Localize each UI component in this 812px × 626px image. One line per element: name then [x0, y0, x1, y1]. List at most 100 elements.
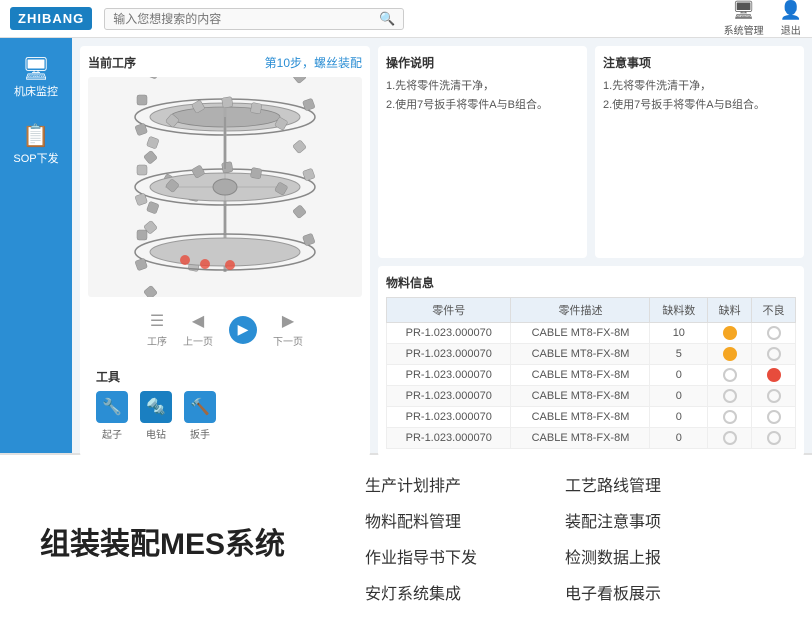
- notice-panel: 注意事项 1.先将零件洗清干净， 2.使用7号扳手将零件A与B组合。: [595, 46, 804, 258]
- material-title: 物料信息: [386, 274, 796, 291]
- machine-visual: [105, 77, 345, 297]
- system-label: 系统管理: [724, 22, 764, 37]
- missing-dot: [723, 326, 737, 340]
- table-row: PR-1.023.000070 CABLE MT8-FX-8M 0: [387, 407, 796, 428]
- right-panels: 操作说明 1.先将零件洗清干净， 2.使用7号扳手将零件A与B组合。 注意事项 …: [378, 46, 804, 457]
- part-number: PR-1.023.000070: [387, 428, 511, 449]
- tool-item-screwdriver: 🔧 起子: [96, 391, 128, 441]
- next-button[interactable]: ▶ 下一页: [273, 311, 303, 348]
- col-shortage-count: 缺料数: [650, 298, 708, 323]
- next-label: 下一页: [273, 333, 303, 348]
- work-label: 工序: [147, 333, 167, 348]
- feature-item: 电子看板展示: [565, 579, 725, 611]
- defect-indicator: [752, 365, 796, 386]
- play-icon: ▶: [238, 321, 249, 338]
- table-row: PR-1.023.000070 CABLE MT8-FX-8M 5: [387, 344, 796, 365]
- bad-dot-outline: [767, 410, 781, 424]
- top-section: 当前工序 第10步，螺丝装配: [80, 46, 804, 457]
- tools-list: 🔧 起子 🔩 电钻 🔨 扳手: [96, 391, 354, 441]
- main-layout: 🖥 机床监控 📋 SOP下发 当前工序 第10步，螺丝装配: [0, 38, 812, 453]
- feature-item: 物料配料管理: [365, 507, 525, 539]
- table-row: PR-1.023.000070 CABLE MT8-FX-8M 0: [387, 365, 796, 386]
- tool-item-wrench: 🔨 扳手: [184, 391, 216, 441]
- defect-indicator: [752, 386, 796, 407]
- part-number: PR-1.023.000070: [387, 323, 511, 344]
- procedure-title: 当前工序: [88, 54, 136, 71]
- prev-icon: ◀: [192, 311, 204, 331]
- defect-indicator: [752, 344, 796, 365]
- top-bar: ZHIBANG 🔍 🖥 系统管理 👤 退出: [0, 0, 812, 38]
- play-button[interactable]: ▶: [229, 316, 257, 344]
- operation-panel: 操作说明 1.先将零件洗清干净， 2.使用7号扳手将零件A与B组合。: [378, 46, 587, 258]
- next-icon: ▶: [282, 311, 294, 331]
- feature-item: 生产计划排产: [365, 471, 525, 503]
- sop-icon: 📋: [22, 123, 49, 149]
- system-icon: 🖥: [732, 0, 755, 21]
- feature-item: 安灯系统集成: [365, 579, 525, 611]
- feature-item: 装配注意事项: [565, 507, 725, 539]
- shortage-count: 5: [650, 344, 708, 365]
- shortage-indicator: [708, 428, 752, 449]
- prev-label: 上一页: [183, 333, 213, 348]
- table-row: PR-1.023.000070 CABLE MT8-FX-8M 0: [387, 386, 796, 407]
- shortage-count: 0: [650, 407, 708, 428]
- bottom-section: 组装装配MES系统 生产计划排产工艺路线管理物料配料管理装配注意事项作业指导书下…: [0, 453, 812, 626]
- shortage-count: 10: [650, 323, 708, 344]
- procedure-step: 第10步，螺丝装配: [265, 54, 362, 71]
- procedure-image-area: [88, 77, 362, 297]
- procedure-header: 当前工序 第10步，螺丝装配: [88, 54, 362, 71]
- missing-dot-outline: [723, 368, 737, 382]
- col-part-desc: 零件描述: [511, 298, 650, 323]
- part-desc: CABLE MT8-FX-8M: [511, 365, 650, 386]
- material-table: 零件号 零件描述 缺料数 缺料 不良 PR-1.023.000070 CABLE…: [386, 297, 796, 449]
- part-desc: CABLE MT8-FX-8M: [511, 323, 650, 344]
- part-number: PR-1.023.000070: [387, 386, 511, 407]
- tools-panel: 工具 🔧 起子 🔩 电钻 🔨 扳手: [88, 360, 362, 449]
- wrench-label: 扳手: [190, 426, 210, 441]
- col-defect: 不良: [752, 298, 796, 323]
- part-desc: CABLE MT8-FX-8M: [511, 386, 650, 407]
- missing-dot: [723, 347, 737, 361]
- notice-content: 1.先将零件洗清干净， 2.使用7号扳手将零件A与B组合。: [603, 77, 796, 114]
- operation-title: 操作说明: [386, 54, 579, 71]
- part-desc: CABLE MT8-FX-8M: [511, 407, 650, 428]
- exit-icon: 👤: [780, 0, 802, 21]
- bad-dot: [767, 368, 781, 382]
- screwdriver-label: 起子: [102, 426, 122, 441]
- tool-item-drill: 🔩 电钻: [140, 391, 172, 441]
- shortage-indicator: [708, 386, 752, 407]
- shortage-count: 0: [650, 428, 708, 449]
- shortage-count: 0: [650, 386, 708, 407]
- missing-dot-outline: [723, 389, 737, 403]
- search-icon: 🔍: [379, 11, 395, 27]
- prev-button[interactable]: ◀ 上一页: [183, 311, 213, 348]
- logo: ZHIBANG: [10, 7, 92, 30]
- shortage-indicator: [708, 344, 752, 365]
- notice-title: 注意事项: [603, 54, 796, 71]
- system-management-button[interactable]: 🖥 系统管理: [724, 0, 764, 37]
- part-number: PR-1.023.000070: [387, 365, 511, 386]
- defect-indicator: [752, 428, 796, 449]
- work-button[interactable]: ☰ 工序: [147, 311, 167, 348]
- feature-item: 作业指导书下发: [365, 543, 525, 575]
- feature-item: 工艺路线管理: [565, 471, 725, 503]
- search-input[interactable]: [113, 12, 375, 26]
- sidebar-item-machine-monitor[interactable]: 🖥 机床监控: [0, 48, 72, 107]
- sidebar-item-sop[interactable]: 📋 SOP下发: [0, 115, 72, 174]
- part-desc: CABLE MT8-FX-8M: [511, 428, 650, 449]
- exit-button[interactable]: 👤 退出: [780, 0, 802, 37]
- shortage-indicator: [708, 407, 752, 428]
- part-desc: CABLE MT8-FX-8M: [511, 344, 650, 365]
- tools-title: 工具: [96, 368, 354, 385]
- missing-dot-outline: [723, 431, 737, 445]
- shortage-indicator: [708, 323, 752, 344]
- shortage-count: 0: [650, 365, 708, 386]
- exit-label: 退出: [781, 22, 801, 37]
- table-row: PR-1.023.000070 CABLE MT8-FX-8M 0: [387, 428, 796, 449]
- col-part-number: 零件号: [387, 298, 511, 323]
- part-number: PR-1.023.000070: [387, 344, 511, 365]
- bad-dot-outline: [767, 347, 781, 361]
- table-row: PR-1.023.000070 CABLE MT8-FX-8M 10: [387, 323, 796, 344]
- part-number: PR-1.023.000070: [387, 407, 511, 428]
- search-bar[interactable]: 🔍: [104, 8, 404, 30]
